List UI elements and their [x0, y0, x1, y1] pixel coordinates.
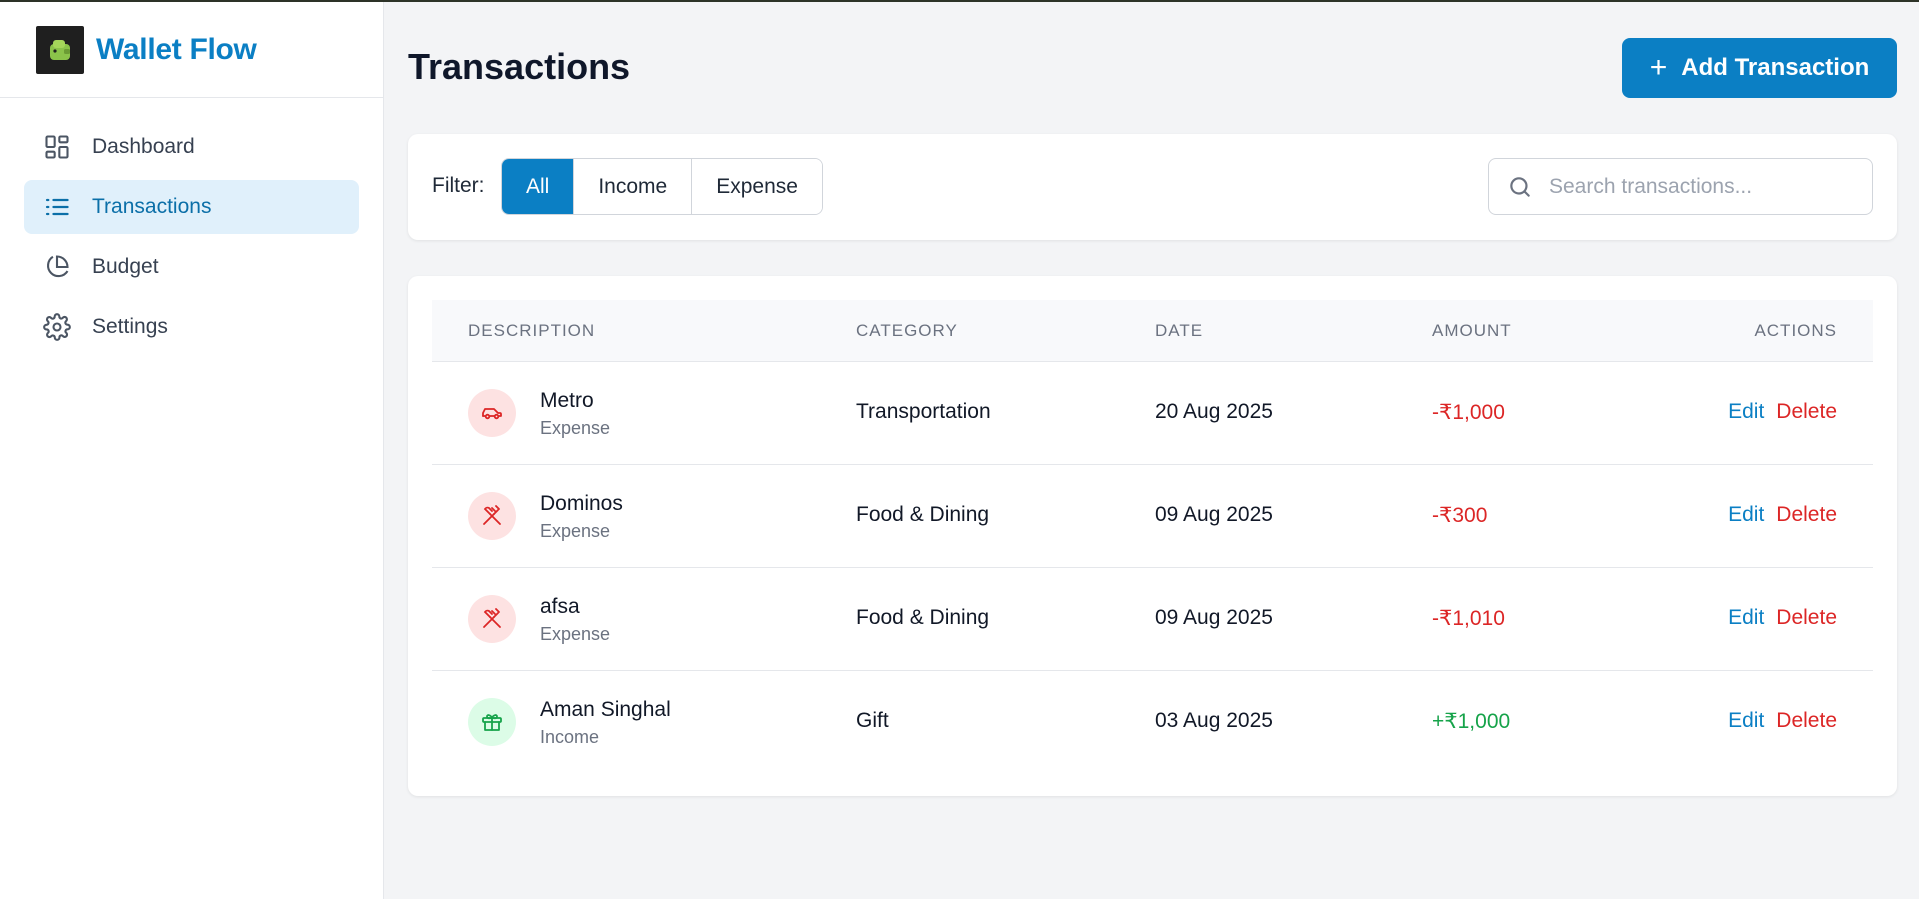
sidebar-item-settings[interactable]: Settings — [24, 300, 359, 354]
transaction-date: 20 Aug 2025 — [1155, 400, 1273, 423]
filter-bar: Filter: All Income Expense — [408, 134, 1897, 240]
sidebar-item-label: Settings — [92, 315, 168, 338]
edit-button[interactable]: Edit — [1728, 503, 1764, 527]
edit-button[interactable]: Edit — [1728, 400, 1764, 424]
add-transaction-button[interactable]: + Add Transaction — [1622, 38, 1897, 98]
transaction-category: Food & Dining — [856, 606, 990, 629]
transaction-category: Gift — [856, 709, 889, 732]
transaction-name: Aman Singhal — [540, 698, 671, 721]
transaction-type: Expense — [540, 521, 611, 541]
transactions-table: DESCRIPTION CATEGORY DATE AMOUNT ACTIONS… — [408, 276, 1897, 796]
sidebar-item-label: Dashboard — [92, 135, 195, 158]
filter-label: Filter: — [432, 174, 485, 197]
plus-icon: + — [1649, 51, 1668, 84]
table-row: Metro Expense Transportation 20 Aug 2025… — [432, 362, 1873, 465]
dashboard-grid-icon — [42, 132, 72, 162]
app-name: Wallet Flow — [96, 32, 257, 66]
utensils-icon — [468, 595, 516, 643]
search-input[interactable] — [1549, 174, 1859, 199]
transaction-amount: -₹1,010 — [1432, 607, 1505, 630]
filter-income-button[interactable]: Income — [574, 159, 693, 214]
transaction-date: 09 Aug 2025 — [1155, 503, 1273, 526]
filter-all-button[interactable]: All — [502, 159, 575, 214]
table-row: afsa Expense Food & Dining 09 Aug 2025 -… — [432, 568, 1873, 671]
edit-button[interactable]: Edit — [1728, 606, 1764, 630]
page-title: Transactions — [408, 46, 631, 87]
transaction-category: Food & Dining — [856, 503, 990, 526]
transaction-amount: +₹1,000 — [1432, 710, 1511, 733]
wallet-logo-icon — [36, 25, 84, 74]
sidebar-item-label: Budget — [92, 255, 159, 278]
sidebar-item-transactions[interactable]: Transactions — [24, 180, 359, 234]
column-header-actions: ACTIONS — [1754, 321, 1837, 340]
transaction-amount: -₹300 — [1432, 504, 1488, 527]
gear-icon — [42, 312, 72, 342]
column-header-amount[interactable]: AMOUNT — [1432, 321, 1512, 341]
row-actions: Edit Delete — [1728, 400, 1837, 424]
delete-button[interactable]: Delete — [1776, 606, 1837, 630]
transaction-date: 09 Aug 2025 — [1155, 606, 1273, 629]
sidebar: Wallet Flow Dashboard Transactions Budge… — [0, 2, 384, 899]
pie-chart-icon — [42, 252, 72, 282]
transaction-type: Income — [540, 727, 600, 747]
table-header: DESCRIPTION CATEGORY DATE AMOUNT ACTIONS — [432, 300, 1873, 362]
utensils-icon — [468, 492, 516, 540]
row-actions: Edit Delete — [1728, 709, 1837, 733]
transaction-category: Transportation — [856, 400, 991, 423]
sidebar-item-dashboard[interactable]: Dashboard — [24, 120, 359, 174]
transaction-name: Dominos — [540, 492, 623, 515]
filter-segmented-control: All Income Expense — [501, 158, 823, 215]
sidebar-nav: Dashboard Transactions Budget Settings — [0, 98, 383, 382]
search-box[interactable] — [1488, 158, 1873, 215]
transaction-name: Metro — [540, 389, 594, 412]
sidebar-item-label: Transactions — [92, 195, 212, 218]
column-header-date[interactable]: DATE — [1155, 321, 1203, 341]
delete-button[interactable]: Delete — [1776, 709, 1837, 733]
table-row: Aman Singhal Income Gift 03 Aug 2025 +₹1… — [432, 671, 1873, 774]
transaction-date: 03 Aug 2025 — [1155, 709, 1273, 732]
delete-button[interactable]: Delete — [1776, 400, 1837, 424]
table-row: Dominos Expense Food & Dining 09 Aug 202… — [432, 465, 1873, 568]
transaction-name: afsa — [540, 595, 580, 618]
car-icon — [468, 389, 516, 437]
row-actions: Edit Delete — [1728, 606, 1837, 630]
column-header-description[interactable]: DESCRIPTION — [468, 321, 595, 341]
search-icon — [1510, 176, 1530, 197]
brand[interactable]: Wallet Flow — [0, 2, 383, 98]
list-icon — [42, 192, 72, 222]
sidebar-item-budget[interactable]: Budget — [24, 240, 359, 294]
transaction-amount: -₹1,000 — [1432, 401, 1505, 424]
row-actions: Edit Delete — [1728, 503, 1837, 527]
column-header-category[interactable]: CATEGORY — [856, 321, 958, 341]
delete-button[interactable]: Delete — [1776, 503, 1837, 527]
gift-icon — [468, 698, 516, 746]
filter-expense-button[interactable]: Expense — [692, 159, 822, 214]
add-transaction-label: Add Transaction — [1681, 54, 1870, 81]
edit-button[interactable]: Edit — [1728, 709, 1764, 733]
transaction-type: Expense — [540, 624, 611, 644]
transaction-type: Expense — [540, 418, 611, 438]
